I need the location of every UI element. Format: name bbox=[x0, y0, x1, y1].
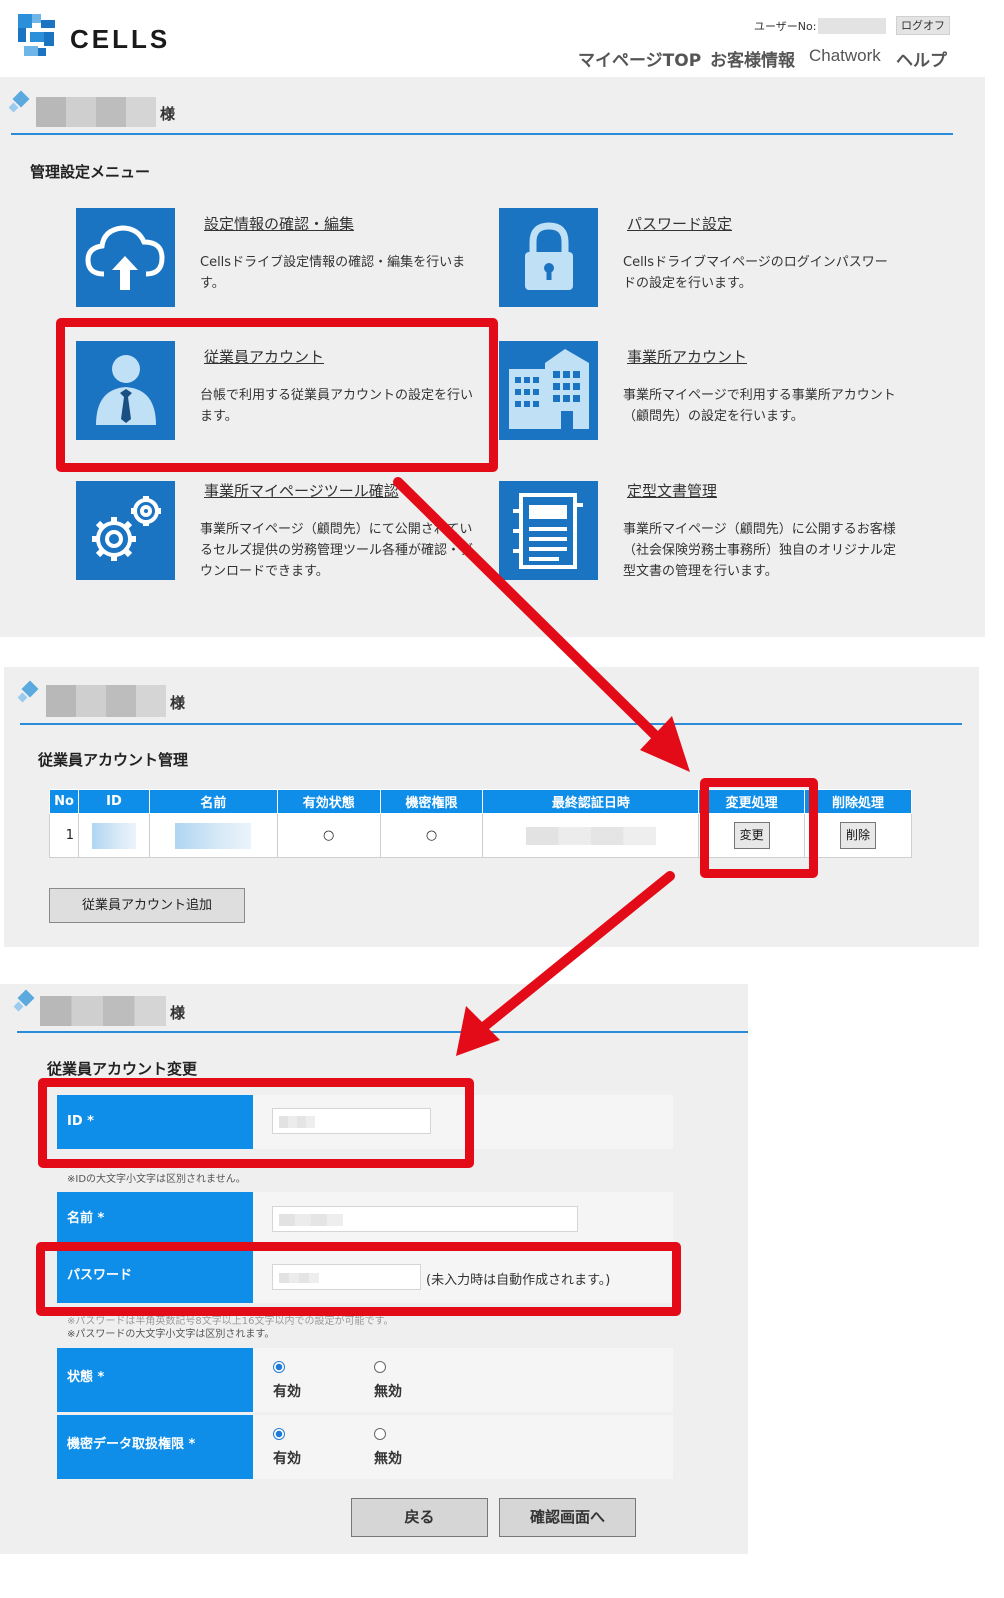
flow-arrows bbox=[393, 477, 690, 1056]
arrow-to-edit-column-icon bbox=[393, 477, 690, 772]
arrow-to-edit-form-icon bbox=[456, 871, 675, 1056]
